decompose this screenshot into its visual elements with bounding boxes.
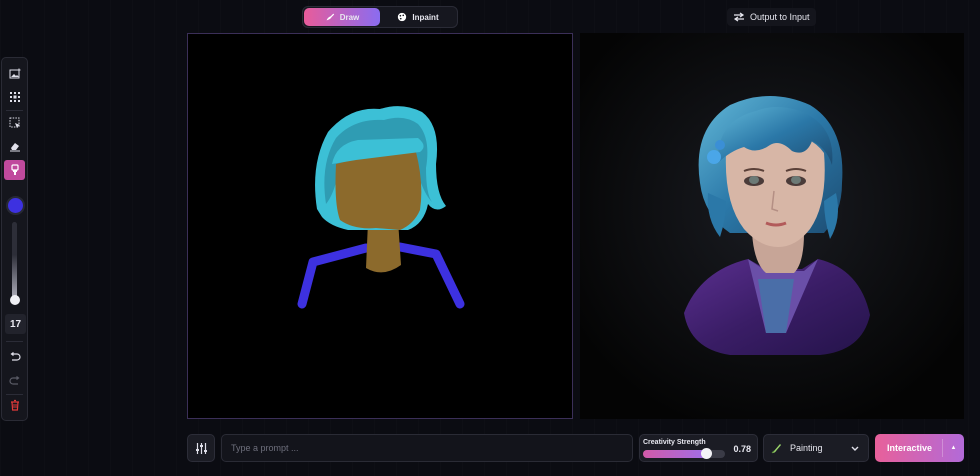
creativity-strength-label: Creativity Strength: [643, 439, 706, 446]
creativity-strength-slider[interactable]: [643, 450, 725, 458]
undo-button[interactable]: [4, 347, 25, 367]
sliders-icon: [195, 442, 207, 454]
output-to-input-label: Output to Input: [750, 12, 810, 22]
portrait-image: [580, 33, 964, 419]
creativity-strength-control: Creativity Strength 0.78: [639, 434, 758, 462]
brush-size-slider-thumb[interactable]: [10, 295, 20, 305]
generated-output-image: [580, 33, 964, 419]
redo-icon: [8, 376, 19, 385]
output-to-input-button[interactable]: Output to Input: [727, 8, 816, 26]
select-all-icon: [9, 92, 20, 102]
prompt-input[interactable]: [221, 434, 633, 462]
tool-sidebar: 17: [1, 57, 28, 421]
eraser-icon: [9, 143, 20, 152]
brush-icon: [326, 13, 334, 21]
paint-brush-icon: [771, 444, 781, 454]
brush-size-value: 17: [5, 314, 26, 334]
tab-inpaint[interactable]: Inpaint: [380, 8, 456, 26]
mode-switch: Draw Inpaint: [302, 6, 458, 28]
brush-color-swatch[interactable]: [6, 196, 25, 215]
generation-mode-button[interactable]: Interactive ▲: [875, 434, 964, 462]
image-upload-icon: [9, 68, 20, 79]
select-all-button[interactable]: [4, 87, 25, 107]
tab-inpaint-label: Inpaint: [412, 12, 439, 22]
drawing-canvas[interactable]: [187, 33, 573, 419]
palette-icon: [398, 12, 407, 22]
redo-button[interactable]: [4, 371, 25, 391]
chevron-down-icon: [851, 446, 859, 451]
style-dropdown[interactable]: Painting: [763, 434, 869, 462]
creativity-strength-value: 0.78: [733, 444, 751, 454]
undo-icon: [10, 352, 21, 361]
swap-arrows-icon: [733, 12, 745, 22]
creativity-strength-fill: [643, 450, 707, 458]
selection-icon: [9, 117, 20, 128]
style-dropdown-label: Painting: [790, 443, 823, 453]
selection-button[interactable]: [4, 113, 25, 133]
toolbar-divider: [6, 110, 23, 111]
eraser-button[interactable]: [4, 136, 25, 156]
tab-draw[interactable]: Draw: [304, 8, 380, 26]
tab-draw-label: Draw: [339, 12, 360, 22]
brush-size-slider[interactable]: [12, 222, 17, 304]
image-upload-button[interactable]: [4, 64, 25, 84]
delete-icon: [10, 399, 19, 411]
toolbar-divider: [6, 341, 23, 342]
caret-up-icon[interactable]: ▲: [942, 439, 964, 457]
brush-button[interactable]: [4, 160, 25, 180]
sketch-drawing: [297, 106, 465, 309]
advanced-settings-button[interactable]: [187, 434, 215, 462]
brush-icon: [10, 164, 19, 175]
delete-button[interactable]: [4, 395, 25, 415]
generation-mode-label: Interactive: [886, 443, 933, 453]
